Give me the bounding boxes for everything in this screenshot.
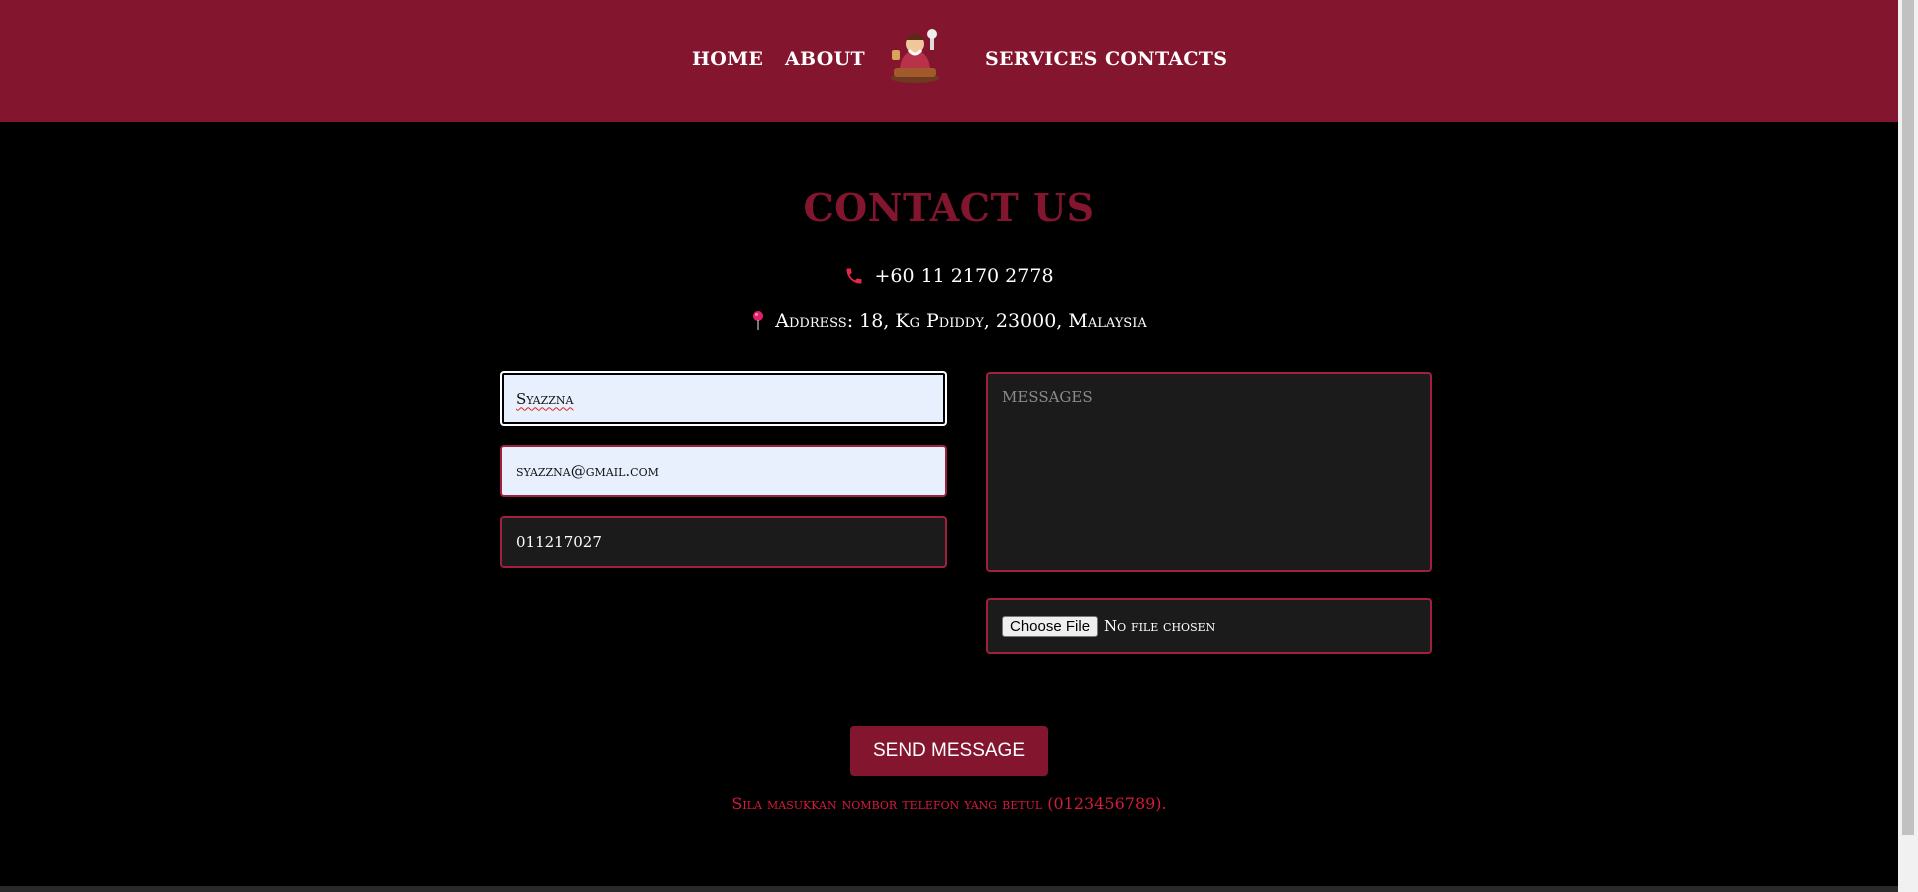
phone-value: 011217027 — [516, 533, 602, 551]
mascot-logo-icon[interactable] — [886, 28, 944, 84]
send-message-button[interactable]: SEND MESSAGE — [850, 726, 1048, 776]
map-pin-icon — [753, 311, 764, 330]
choose-file-button[interactable]: Choose File — [1002, 615, 1099, 637]
header-bar: HOME ABOUT SERVICES CONTACTS — [0, 0, 1898, 122]
nav-about[interactable]: ABOUT — [785, 48, 865, 70]
address-text: Address: 18, Kg Pdiddy, 23000, Malaysia — [775, 310, 1147, 332]
page-scrollbar[interactable] — [1898, 0, 1918, 892]
email-input[interactable]: syazzna@gmail.com — [500, 445, 947, 497]
phone-line: +60 11 2170 2778 — [0, 265, 1898, 287]
phone-icon — [846, 268, 862, 284]
file-upload-field[interactable]: Choose File No file chosen — [986, 598, 1432, 654]
phone-error-message: Sila masukkan nombor telefon yang betul … — [731, 794, 1167, 813]
messages-placeholder: MESSAGES — [1002, 388, 1093, 406]
messages-textarea[interactable]: MESSAGES — [986, 372, 1432, 572]
page-title: CONTACT US — [803, 185, 1095, 230]
name-value: Syazzna — [516, 389, 574, 408]
nav-contacts[interactable]: CONTACTS — [1105, 48, 1227, 70]
name-input[interactable]: Syazzna — [500, 371, 947, 426]
nav-services[interactable]: SERVICES — [985, 48, 1098, 70]
phone-number: +60 11 2170 2778 — [874, 265, 1054, 287]
address-line: Address: 18, Kg Pdiddy, 23000, Malaysia — [0, 310, 1898, 332]
email-value: syazzna@gmail.com — [516, 462, 659, 480]
phone-input[interactable]: 011217027 — [500, 516, 947, 568]
nav-home[interactable]: HOME — [692, 48, 763, 70]
file-status: No file chosen — [1104, 617, 1216, 635]
footer-edge — [0, 886, 1898, 892]
scrollbar-thumb[interactable] — [1902, 0, 1914, 835]
